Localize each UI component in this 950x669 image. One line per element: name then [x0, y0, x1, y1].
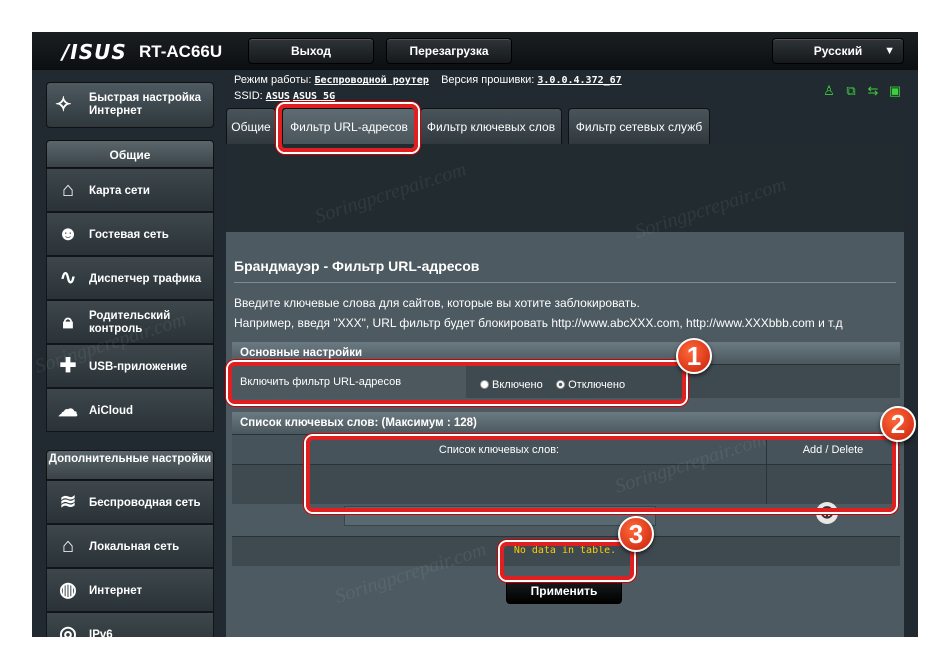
apply-button[interactable]: Применить: [506, 578, 622, 604]
sidebar-item-label: Карта сети: [89, 184, 150, 197]
logout-button[interactable]: Выход: [248, 38, 374, 64]
mode-label: Режим работы:: [234, 74, 312, 86]
quick-setup-label: Быстрая настройка Интернет: [89, 92, 202, 117]
top-bar: /ISUS RT-AC66U Выход Перезагрузка Русски…: [32, 32, 918, 70]
ipv6-icon: ◎: [59, 623, 77, 637]
tab-network-services-filter[interactable]: Фильтр сетевых служб: [568, 108, 710, 144]
sidebar-item-label: AiCloud: [89, 404, 134, 417]
reboot-button[interactable]: Перезагрузка: [386, 38, 512, 64]
mode-value-link[interactable]: Беспроводной роутер: [314, 75, 428, 86]
firmware-label: Версия прошивки:: [441, 74, 535, 86]
basic-settings-header: Основные настройки: [232, 342, 900, 364]
usb-status-icon[interactable]: ⇆: [866, 84, 880, 98]
sidebar-item-label: Диспетчер трафика: [89, 272, 202, 285]
sidebar-item-guest-network[interactable]: ☻ Гостевая сеть: [46, 212, 214, 256]
ssid-value-2[interactable]: ASUS_5G: [293, 91, 335, 102]
description-line-1: Введите ключевые слова для сайтов, котор…: [234, 296, 640, 310]
quick-setup-button[interactable]: ✧ Быстрая настройка Интернет: [46, 82, 214, 128]
sidebar-item-aicloud[interactable]: ☁ AiCloud: [46, 388, 214, 432]
general-section-header: Общие: [46, 140, 214, 168]
network-map-icon: ⌂: [61, 179, 75, 201]
enable-filter-highlight-ring: [228, 362, 686, 404]
router-admin-window: /ISUS RT-AC66U Выход Перезагрузка Русски…: [32, 32, 918, 637]
annotation-badge-3: 3: [618, 516, 654, 552]
user-status-icon[interactable]: ♙: [822, 84, 836, 98]
sidebar-item-network-map[interactable]: ⌂ Карта сети: [46, 168, 214, 212]
title-divider: [234, 282, 896, 283]
sidebar-item-traffic-manager[interactable]: ∿ Диспетчер трафика: [46, 256, 214, 300]
tab-highlight-ring: [278, 104, 418, 152]
description-line-2: Например, введя "XXX", URL фильтр будет …: [234, 316, 843, 330]
tab-keyword-filter[interactable]: Фильтр ключевых слов: [420, 108, 562, 144]
sidebar-item-internet[interactable]: ◍ Интернет: [46, 568, 214, 612]
tab-general[interactable]: Общие: [226, 108, 276, 144]
operation-mode-line: Режим работы: Беспроводной роутер Версия…: [234, 74, 622, 86]
keyword-list-highlight-ring: [306, 436, 896, 512]
asus-logo: /ISUS: [62, 40, 127, 64]
sidebar-item-label: Беспроводная сеть: [89, 496, 201, 509]
ssid-line: SSID: ASUS ASUS_5G: [234, 90, 335, 102]
lock-icon: 🔒︎: [62, 311, 74, 333]
annotation-badge-2: 2: [880, 406, 916, 442]
globe-icon: ◍: [59, 579, 77, 601]
wifi-icon: ≋: [59, 491, 77, 513]
sidebar-item-label: IPv6: [89, 628, 113, 638]
model-name: RT-AC66U: [139, 42, 223, 61]
printer-status-icon[interactable]: ▣: [888, 84, 902, 98]
sidebar-item-label: Гостевая сеть: [89, 228, 169, 241]
apply-highlight-ring: [500, 542, 634, 580]
cloud-icon: ☁: [58, 399, 78, 421]
language-select[interactable]: Русский ▼: [772, 38, 904, 64]
ssid-value-1[interactable]: ASUS: [266, 91, 290, 102]
page-title: Брандмауэр - Фильтр URL-адресов: [234, 258, 480, 274]
advanced-section-header: Дополнительные настройки: [46, 450, 214, 480]
annotation-badge-1: 1: [676, 338, 712, 374]
chevron-down-icon: ▼: [884, 45, 895, 57]
guest-network-icon: ☻: [57, 223, 79, 245]
language-value: Русский: [813, 44, 863, 58]
sidebar-item-wireless[interactable]: ≋ Беспроводная сеть: [46, 480, 214, 524]
magic-wand-icon: ✧: [55, 94, 72, 116]
firmware-value-link[interactable]: 3.0.0.4.372_67: [537, 75, 621, 86]
home-icon: ⌂: [61, 535, 75, 557]
keyword-list-header: Список ключевых слов: (Максимум : 128): [232, 412, 900, 434]
traffic-manager-icon: ∿: [59, 267, 77, 289]
sidebar-item-lan[interactable]: ⌂ Локальная сеть: [46, 524, 214, 568]
sidebar-item-ipv6[interactable]: ◎ IPv6: [46, 612, 214, 637]
sidebar-item-label: Интернет: [89, 584, 143, 597]
copy-status-icon[interactable]: ⧉: [844, 84, 858, 98]
status-icons: ♙ ⧉ ⇆ ▣: [822, 84, 902, 98]
sidebar-item-label: Локальная сеть: [89, 540, 180, 553]
ssid-label: SSID:: [234, 90, 263, 102]
